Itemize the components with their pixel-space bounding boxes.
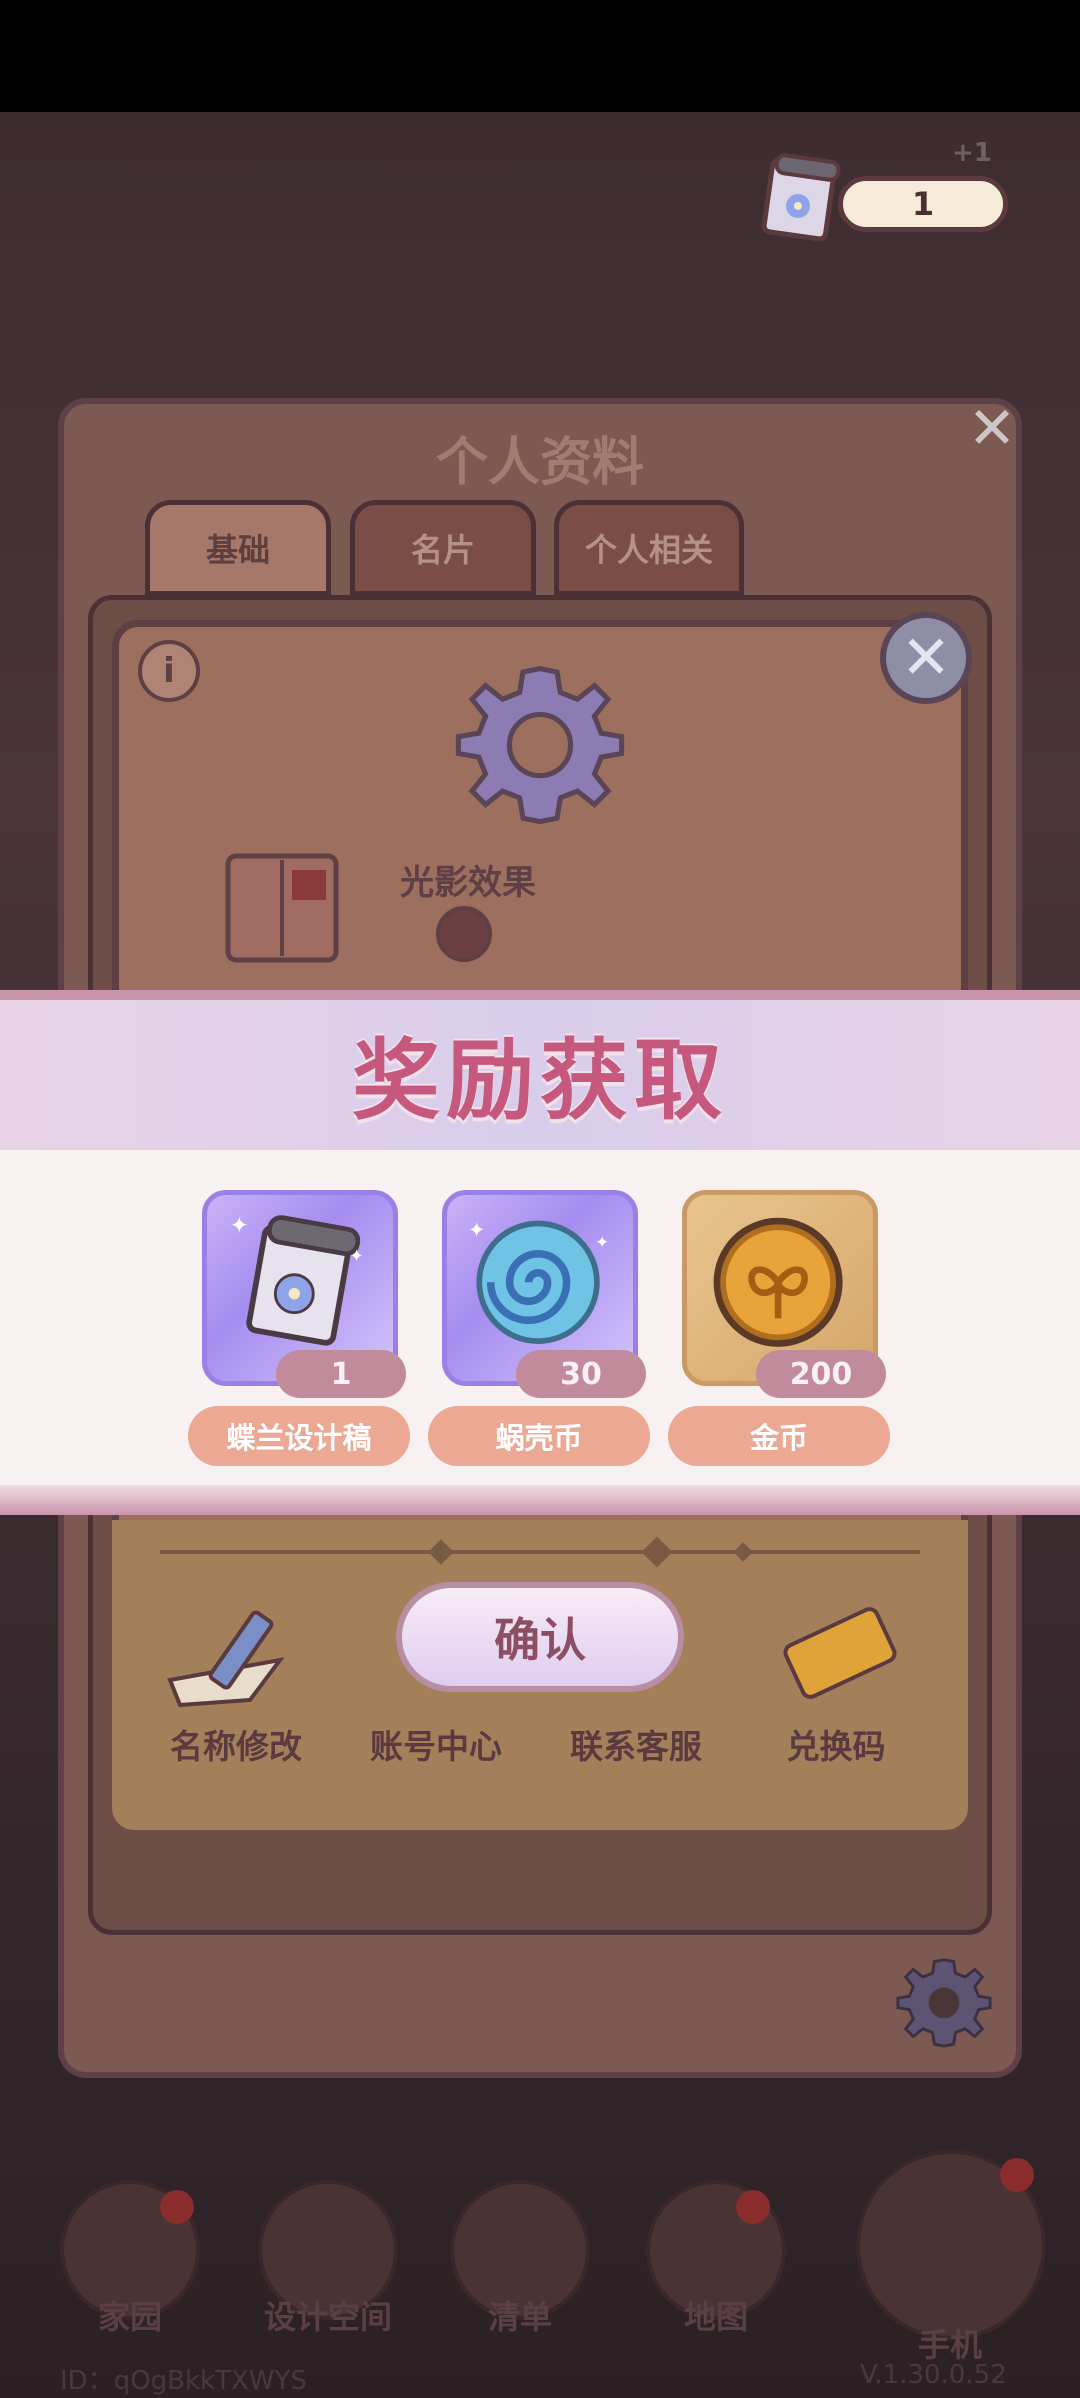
- rename-button[interactable]: 名称修改: [136, 1720, 336, 1768]
- svg-text:✦: ✦: [230, 1213, 249, 1239]
- reward-count: 30: [516, 1350, 646, 1398]
- reward-name: 蜗壳币: [428, 1406, 650, 1466]
- plus-hint: +1: [952, 138, 992, 168]
- version-text: V.1.30.0.52: [860, 2360, 1007, 2390]
- tab-personal[interactable]: 个人相关: [554, 500, 744, 596]
- reward-name: 金币: [668, 1406, 890, 1466]
- notification-dot: [160, 2190, 194, 2224]
- nav-list-label: 清单: [487, 2298, 552, 2336]
- tab-card[interactable]: 名片: [350, 500, 536, 596]
- orchid-scroll-icon: [761, 153, 841, 242]
- nav-design-label: 设计空间: [263, 2298, 392, 2336]
- reward-count: 1: [276, 1350, 406, 1398]
- account-center-button[interactable]: 账号中心: [336, 1720, 536, 1768]
- nav-map-label: 地图: [683, 2298, 748, 2336]
- book-icon: [225, 853, 339, 963]
- ticket-icon: [783, 1607, 897, 1699]
- player-id: ID：qOgBkkTXWYS: [60, 2366, 307, 2396]
- confirm-button[interactable]: 确认: [396, 1582, 684, 1692]
- reward-title: 奖励获取: [351, 1029, 728, 1132]
- pencil-icon: [167, 1610, 285, 1708]
- light-effect-toggle[interactable]: [436, 906, 492, 962]
- nav-home-label: 家园: [97, 2298, 162, 2336]
- svg-text:✦: ✦: [468, 1218, 485, 1242]
- reward-count: 200: [756, 1350, 886, 1398]
- svg-text:✦: ✦: [595, 1233, 609, 1253]
- status-bar: [0, 0, 1080, 112]
- info-icon[interactable]: i: [138, 640, 200, 702]
- gear-icon[interactable]: [896, 1952, 992, 2048]
- dialog-close-button[interactable]: ✕: [880, 612, 972, 704]
- reward-name: 蝶兰设计稿: [188, 1406, 410, 1466]
- tab-basic[interactable]: 基础: [145, 500, 331, 596]
- reward-banner-edge: [0, 1485, 1080, 1515]
- close-icon[interactable]: ✕: [962, 394, 1022, 462]
- customer-service-button[interactable]: 联系客服: [536, 1720, 736, 1768]
- notification-dot: [736, 2190, 770, 2224]
- redeem-code-button[interactable]: 兑换码: [736, 1720, 936, 1768]
- notification-dot: [1000, 2158, 1034, 2192]
- panel-title: 个人资料: [435, 433, 644, 493]
- gear-icon: [455, 665, 625, 825]
- light-effect-label: 光影效果: [400, 863, 536, 903]
- svg-text:✦: ✦: [349, 1246, 363, 1266]
- currency-counter: 1: [838, 176, 1008, 232]
- divider: [160, 1550, 920, 1554]
